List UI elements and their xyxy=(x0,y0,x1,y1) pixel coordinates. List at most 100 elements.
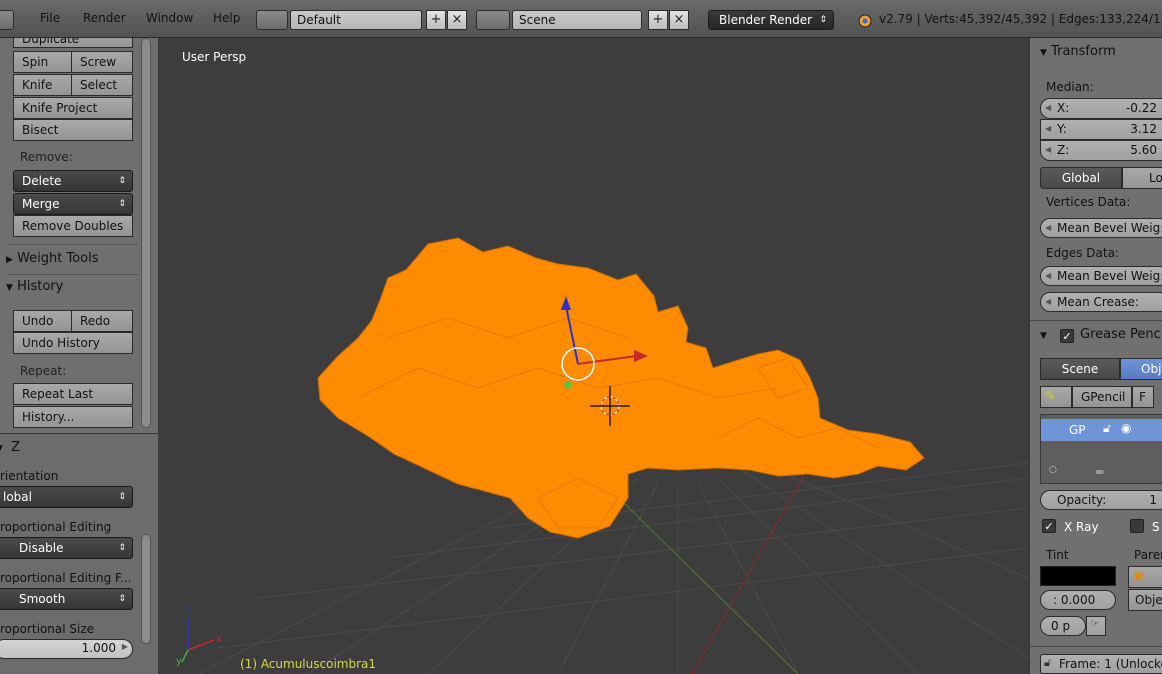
opacity-field[interactable]: Opacity: 1 xyxy=(1040,490,1162,510)
chevron-updown-icon: ⇕ xyxy=(118,176,126,186)
arrow-left-icon: ◀ xyxy=(1045,297,1052,306)
list-resize-icon[interactable]: ═ xyxy=(1096,465,1103,479)
orientation-dropdown[interactable]: lobal ⇕ xyxy=(0,486,133,508)
tint-factor-field[interactable]: : 0.000 xyxy=(1040,590,1116,610)
weight-tools-header[interactable]: ▶ Weight Tools xyxy=(6,251,99,266)
screen-layout-field[interactable]: Default xyxy=(290,10,422,30)
mean-bevel-vertices-field[interactable]: ◀ Mean Bevel Weig: ( xyxy=(1040,218,1162,238)
thickness-field[interactable]: 0 p xyxy=(1040,616,1086,636)
gp-scene-tab[interactable]: Scene xyxy=(1040,358,1120,380)
gp-brush-dropdown[interactable]: ✎ xyxy=(1040,386,1072,408)
proportional-falloff-dropdown[interactable]: Smooth ⇕ xyxy=(0,588,133,610)
bisect-button[interactable]: Bisect xyxy=(13,119,133,141)
gpencil-field[interactable]: GPencil xyxy=(1072,386,1132,408)
editor-type-button[interactable] xyxy=(0,10,14,30)
gp-layer-row[interactable]: GP 🔓︎ ◉ xyxy=(1041,419,1162,441)
xray-label: X Ray xyxy=(1064,520,1099,534)
3d-viewport[interactable]: User Persp z x y (1) Acumuluscoimbra1 xyxy=(158,38,1028,674)
divider xyxy=(8,274,138,275)
render-engine-dropdown[interactable]: Blender Render ⇕ xyxy=(708,10,834,30)
screw-button[interactable]: Screw xyxy=(71,51,133,73)
lock-icon: 🔓︎ xyxy=(1044,656,1052,669)
divider xyxy=(8,244,138,245)
axis-widget xyxy=(181,618,215,663)
z-value: 5.60 xyxy=(1130,143,1157,157)
undo-button[interactable]: Undo xyxy=(13,310,72,332)
proportional-size-field[interactable]: 1.000 ▶ xyxy=(0,639,133,659)
top-header-bar: File Render Window Help Default + × Scen… xyxy=(0,0,1162,38)
knife-project-button[interactable]: Knife Project xyxy=(13,97,133,119)
global-toggle[interactable]: Global xyxy=(1040,167,1122,189)
s-label: S xyxy=(1152,520,1160,534)
menu-file[interactable]: File xyxy=(40,11,60,25)
tint-label: Tint xyxy=(1046,548,1069,562)
add-scene-icon[interactable]: + xyxy=(648,10,668,30)
grease-pencil-checkbox[interactable]: ✓ xyxy=(1060,329,1074,343)
remove-scene-icon[interactable]: × xyxy=(669,10,689,30)
add-layout-icon[interactable]: + xyxy=(426,10,446,30)
screen-layout-icon[interactable] xyxy=(256,10,288,30)
gpencil-fake-user-button[interactable]: F xyxy=(1132,386,1154,408)
menu-help[interactable]: Help xyxy=(213,11,240,25)
frame-lock-field[interactable]: 🔓︎ Frame: 1 (Unlocke xyxy=(1040,654,1162,674)
proportional-editing-dropdown[interactable]: Disable ⇕ xyxy=(0,537,133,559)
transform-header[interactable]: ▼ Transform xyxy=(1040,44,1116,59)
parent-field[interactable]: ▣ xyxy=(1128,566,1162,588)
mean-bevel-edges-field[interactable]: ◀ Mean Bevel Weig: ( xyxy=(1040,266,1162,286)
remove-doubles-button[interactable]: Remove Doubles xyxy=(13,215,133,237)
xray-checkbox[interactable]: ✓ xyxy=(1042,519,1056,533)
local-toggle[interactable]: Lo xyxy=(1122,167,1162,189)
spin-button[interactable]: Spin xyxy=(13,51,72,73)
edges-data-label: Edges Data: xyxy=(1046,246,1119,260)
merge-dropdown[interactable]: Merge ⇕ xyxy=(13,193,133,215)
redo-button[interactable]: Redo xyxy=(71,310,133,332)
filter-icon[interactable]: ○ xyxy=(1049,465,1057,475)
menu-render[interactable]: Render xyxy=(83,11,126,25)
scene-icon[interactable] xyxy=(476,10,510,30)
frame-lock-label: Frame: 1 (Unlocke xyxy=(1059,657,1162,671)
median-y-field[interactable]: ◀ Y: 3.12 xyxy=(1040,119,1162,140)
mean-crease-label: Mean Crease: xyxy=(1057,295,1139,309)
proportional-editing-value: Disable xyxy=(19,541,64,555)
history-header[interactable]: ▼ History xyxy=(6,279,63,294)
orientation-value: lobal xyxy=(3,490,32,504)
knife-button[interactable]: Knife xyxy=(13,74,72,96)
undo-history-button[interactable]: Undo History xyxy=(13,332,133,354)
object-cube-icon: ▣ xyxy=(1133,569,1145,583)
repeat-last-button[interactable]: Repeat Last xyxy=(13,383,133,405)
active-object-name: (1) Acumuluscoimbra1 xyxy=(240,657,377,671)
remove-layout-icon[interactable]: × xyxy=(447,10,467,30)
thickness-button[interactable]: ☞ xyxy=(1086,616,1106,636)
menu-window[interactable]: Window xyxy=(146,11,193,25)
gp-object-tab[interactable]: Obj xyxy=(1120,358,1162,380)
operator-title-label: Z xyxy=(11,440,20,455)
mean-crease-field[interactable]: ◀ Mean Crease: xyxy=(1040,292,1162,312)
thickness-value: 0 p xyxy=(1051,619,1071,633)
eye-icon[interactable]: ◉ xyxy=(1121,421,1131,435)
tool-shelf-scrollbar[interactable] xyxy=(141,38,151,428)
grease-pencil-header[interactable]: ▼ xyxy=(1040,327,1047,342)
duplicate-button[interactable]: Duplicate xyxy=(13,38,133,48)
tool-shelf: Duplicate Spin Screw Knife Select Knife … xyxy=(0,38,158,674)
y-value: 3.12 xyxy=(1130,122,1157,136)
triangle-down-icon: ▼ xyxy=(0,444,3,454)
proportional-falloff-value: Smooth xyxy=(19,592,66,606)
lock-icon[interactable]: 🔓︎ xyxy=(1103,421,1111,436)
select-button[interactable]: Select xyxy=(71,74,133,96)
median-z-field[interactable]: ◀ Z: 5.60 xyxy=(1040,140,1162,161)
x-value: -0.22 xyxy=(1125,101,1157,115)
scene-field[interactable]: Scene xyxy=(512,10,642,30)
delete-dropdown[interactable]: Delete ⇕ xyxy=(13,170,133,192)
transform-header-label: Transform xyxy=(1051,44,1116,59)
median-x-field[interactable]: ◀ X: -0.22 xyxy=(1040,98,1162,119)
s-checkbox[interactable] xyxy=(1130,519,1144,533)
arrow-left-icon: ◀ xyxy=(1045,145,1052,154)
operator-scrollbar[interactable] xyxy=(141,534,151,644)
history-menu-button[interactable]: History... xyxy=(13,406,133,428)
gp-layer-list: GP 🔓︎ ◉ ═ ○ xyxy=(1040,414,1162,484)
tint-color-swatch[interactable] xyxy=(1040,566,1116,586)
arrow-left-icon: ◀ xyxy=(1045,124,1052,133)
view-perspective-label: User Persp xyxy=(182,50,247,64)
chevron-updown-icon: ⇕ xyxy=(118,594,126,604)
parent-object-field[interactable]: Obje xyxy=(1128,589,1162,611)
